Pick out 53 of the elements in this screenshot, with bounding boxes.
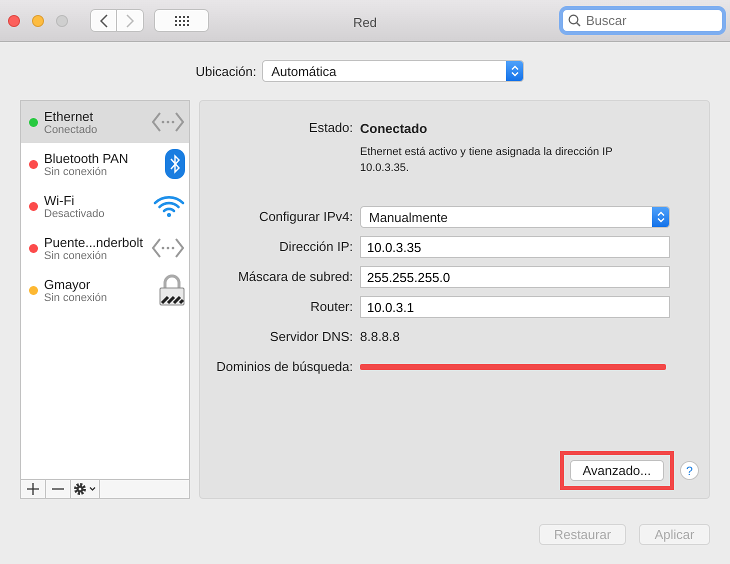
service-item[interactable]: Wi-Fi Desactivado bbox=[21, 185, 189, 227]
padlock-icon bbox=[159, 274, 185, 306]
back-button[interactable] bbox=[90, 9, 117, 32]
service-name: Gmayor bbox=[44, 276, 92, 292]
service-item[interactable]: Gmayor Sin conexión bbox=[21, 269, 189, 311]
service-name: Wi-Fi bbox=[44, 192, 76, 208]
grid-icon bbox=[174, 16, 190, 26]
status-description: Ethernet está activo y tiene asignada la dirección IP 10.0.3.35. bbox=[360, 145, 614, 176]
field-label: Servidor DNS: bbox=[268, 328, 353, 346]
field-label: Máscara de subred: bbox=[237, 268, 353, 286]
gear-icon bbox=[73, 482, 97, 496]
config-select[interactable]: Manualmente bbox=[360, 206, 670, 228]
arrows-icon bbox=[151, 236, 185, 260]
service-status: Sin conexión bbox=[44, 292, 108, 304]
window-title: Red bbox=[352, 15, 378, 30]
up-down-arrows-icon bbox=[510, 65, 519, 77]
service-item[interactable]: Ethernet Conectado bbox=[21, 101, 189, 143]
service-item[interactable]: Puente...nderbolt Sin conexión bbox=[21, 227, 189, 269]
minus-icon bbox=[52, 488, 64, 490]
close-button[interactable] bbox=[8, 14, 20, 26]
field-label: Router: bbox=[309, 298, 353, 316]
service-name: Bluetooth PAN bbox=[44, 150, 130, 166]
input-field[interactable]: 255.255.255.0 bbox=[360, 266, 670, 288]
service-status: Sin conexión bbox=[44, 166, 108, 178]
up-down-arrows-icon bbox=[656, 211, 664, 223]
service-name: Ethernet bbox=[44, 108, 94, 124]
help-button[interactable]: ? bbox=[680, 461, 699, 480]
input-field[interactable]: 10.0.3.35 bbox=[360, 236, 670, 258]
service-name: Puente...nderbolt bbox=[44, 234, 144, 250]
field-label: Configurar IPv4: bbox=[258, 208, 353, 226]
service-status: Sin conexión bbox=[44, 250, 108, 262]
field-value: 8.8.8.8 bbox=[360, 328, 401, 346]
search-field[interactable]: Buscar bbox=[562, 9, 723, 32]
service-status: Desactivado bbox=[44, 208, 106, 220]
field-label: Dominios de búsqueda: bbox=[215, 358, 353, 376]
show-all-button[interactable] bbox=[154, 9, 209, 32]
search-icon bbox=[568, 14, 581, 27]
location-label: Ubicación: bbox=[196, 64, 256, 78]
arrows-icon bbox=[151, 110, 185, 134]
location-select[interactable]: Automática bbox=[262, 60, 524, 82]
plus-icon bbox=[27, 483, 39, 495]
bluetooth-icon bbox=[165, 149, 185, 179]
chevron-right-icon bbox=[126, 14, 134, 28]
service-item[interactable]: Bluetooth PAN Sin conexión bbox=[21, 143, 189, 185]
service-status: Conectado bbox=[44, 124, 98, 136]
actions-button[interactable] bbox=[71, 480, 100, 498]
field-label: Dirección IP: bbox=[278, 238, 353, 256]
wifi-icon bbox=[153, 194, 185, 218]
status-value: Conectado bbox=[360, 120, 428, 136]
input-field[interactable]: 10.0.3.1 bbox=[360, 296, 670, 318]
chevron-left-icon bbox=[100, 14, 108, 28]
status-label: Estado: bbox=[308, 119, 353, 137]
advanced-button[interactable]: Avanzado... bbox=[570, 460, 664, 481]
